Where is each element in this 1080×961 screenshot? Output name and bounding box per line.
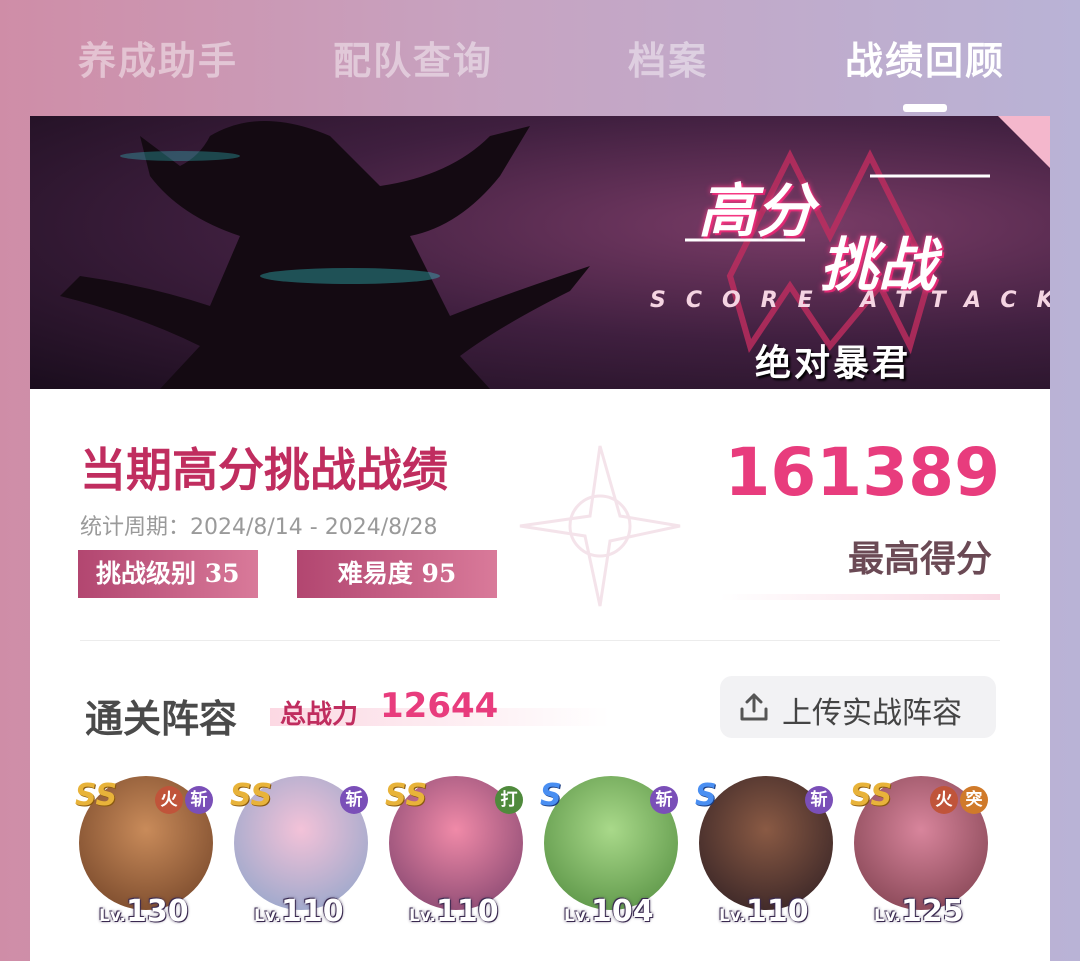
attribute-tags: 打	[495, 786, 523, 814]
season-record-title: 当期高分挑战战绩	[80, 443, 448, 497]
character-level: Lv.110	[409, 894, 499, 929]
level-value: 130	[126, 894, 189, 929]
character-avatar[interactable]: SS 火斩 Lv.130	[75, 772, 217, 932]
character-level: Lv.104	[564, 894, 654, 929]
attribute-tags: 火斩	[155, 786, 213, 814]
attribute-tags: 火突	[930, 786, 988, 814]
level-prefix: Lv.	[874, 906, 901, 926]
character-level: Lv.130	[99, 894, 189, 929]
total-power-label: 总战力	[280, 700, 359, 730]
high-score-label: 最高得分	[847, 538, 992, 580]
attribute-tag: 打	[495, 786, 523, 814]
rank-badge: SS	[75, 778, 118, 813]
record-card: 高分 挑战 SCORE ATTACK 绝对暴君 当期高分挑战战绩 统计周期：20…	[30, 116, 1050, 961]
character-level: Lv.125	[874, 894, 964, 929]
character-avatar[interactable]: SS 斩 Lv.110	[230, 772, 372, 932]
level-prefix: Lv.	[719, 906, 746, 926]
attribute-tag: 斩	[650, 786, 678, 814]
attribute-tags: 斩	[650, 786, 678, 814]
level-value: 110	[746, 894, 809, 929]
section-divider	[80, 640, 1000, 641]
level-prefix: Lv.	[99, 906, 126, 926]
difficulty-badge: 难易度 95	[297, 550, 497, 598]
rank-badge: S	[540, 778, 562, 813]
high-score-value: 161389	[724, 434, 1000, 511]
level-value: 104	[591, 894, 654, 929]
character-avatar[interactable]: S 斩 Lv.110	[695, 772, 837, 932]
tab-team-query[interactable]: 配队查询	[333, 30, 493, 85]
upload-lineup-button[interactable]: 上传实战阵容	[720, 676, 996, 738]
banner-subtitle: SCORE ATTACK	[650, 288, 1050, 313]
level-prefix: Lv.	[254, 906, 281, 926]
tab-growth-assistant[interactable]: 养成助手	[78, 30, 238, 85]
character-level: Lv.110	[719, 894, 809, 929]
upload-icon	[740, 693, 768, 721]
character-avatar[interactable]: SS 打 Lv.110	[385, 772, 527, 932]
clear-lineup-title: 通关阵容	[85, 696, 238, 741]
level-prefix: Lv.	[564, 906, 591, 926]
challenge-level-badge: 挑战级别 35	[78, 550, 258, 598]
upload-lineup-label: 上传实战阵容	[782, 696, 962, 731]
active-tab-indicator	[903, 104, 947, 112]
banner-title-line1: 高分	[698, 177, 815, 245]
character-level: Lv.110	[254, 894, 344, 929]
character-avatar[interactable]: SS 火突 Lv.125	[850, 772, 992, 932]
tab-archive[interactable]: 档案	[628, 30, 708, 85]
score-attack-banner[interactable]: 高分 挑战 SCORE ATTACK 绝对暴君	[30, 116, 1050, 389]
character-avatar[interactable]: S 斩 Lv.104	[540, 772, 682, 932]
level-value: 110	[436, 894, 499, 929]
attribute-tags: 斩	[340, 786, 368, 814]
pinwheel-watermark-icon	[519, 445, 681, 607]
attribute-tag: 斩	[185, 786, 213, 814]
rank-badge: S	[695, 778, 717, 813]
attribute-tag: 突	[960, 786, 988, 814]
attribute-tag: 火	[930, 786, 958, 814]
attribute-tag: 斩	[340, 786, 368, 814]
rank-badge: SS	[385, 778, 428, 813]
attribute-tags: 斩	[805, 786, 833, 814]
level-prefix: Lv.	[409, 906, 436, 926]
boss-name: 绝对暴君	[755, 343, 912, 384]
score-label-underline	[720, 594, 1000, 600]
level-value: 125	[901, 894, 964, 929]
character-lineup: SS 火斩 Lv.130 SS 斩 Lv.110 SS 打 Lv.110 S 斩 Lv.104 S 斩 Lv…	[75, 772, 1005, 932]
banner-corner-decoration	[998, 116, 1050, 168]
total-power-value: 12644	[380, 686, 499, 726]
rank-badge: SS	[230, 778, 273, 813]
rank-badge: SS	[850, 778, 893, 813]
level-value: 110	[281, 894, 344, 929]
attribute-tag: 斩	[805, 786, 833, 814]
top-tab-bar: 养成助手 配队查询 档案 战绩回顾	[0, 0, 1080, 112]
tab-battle-review[interactable]: 战绩回顾	[845, 30, 1005, 85]
stat-period: 统计周期：2024/8/14 - 2024/8/28	[80, 515, 438, 540]
attribute-tag: 火	[155, 786, 183, 814]
